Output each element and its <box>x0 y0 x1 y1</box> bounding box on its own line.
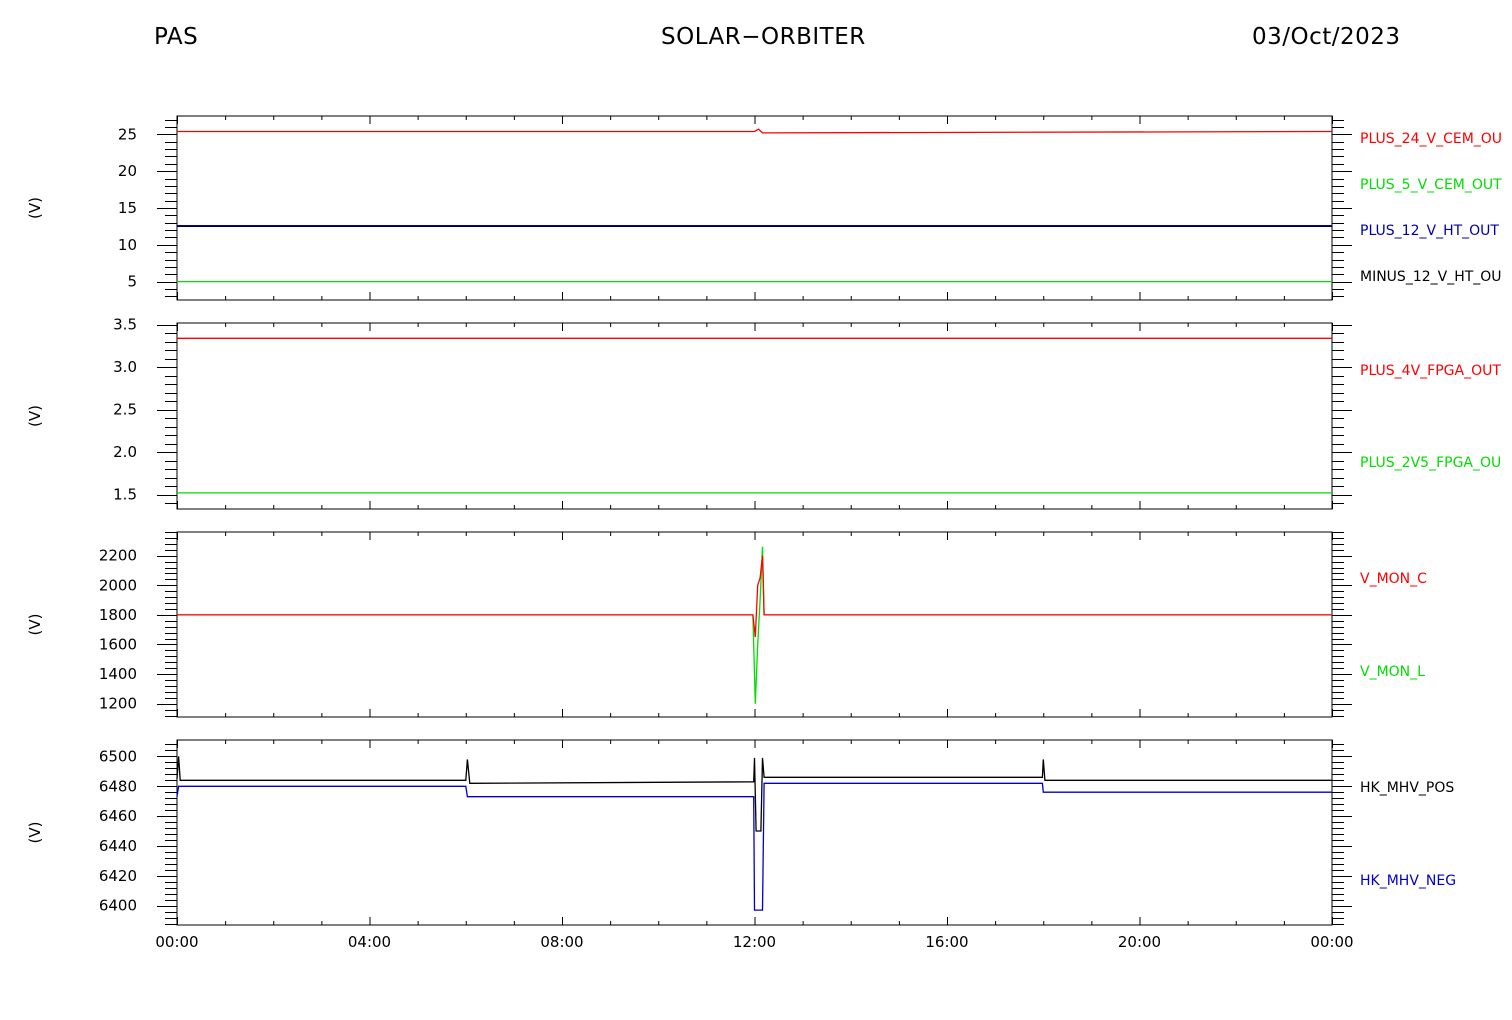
y-tick-label: 2000 <box>99 576 137 594</box>
panel-1-frame <box>176 115 1333 301</box>
y-tick-label: 6420 <box>99 867 137 885</box>
y-tick-label: 2.0 <box>113 443 137 461</box>
y-tick-label: 6500 <box>99 747 137 765</box>
y-tick-label: 20 <box>118 162 137 180</box>
series-plus-24-v-cem-out <box>177 128 1333 134</box>
y-tick-label: 1200 <box>99 695 137 713</box>
y-tick-label: 6400 <box>99 897 137 915</box>
y-tick-label: 6480 <box>99 777 137 795</box>
y-tick-label: 3.0 <box>113 358 137 376</box>
panel-2-frame <box>176 322 1333 510</box>
y-tick-label: 25 <box>118 125 137 143</box>
series-hk-mhv-neg <box>176 782 1332 911</box>
y-tick-label: 1400 <box>99 665 137 683</box>
y-tick-label: 15 <box>118 199 137 217</box>
x-tick-label: 12:00 <box>733 933 776 951</box>
y-tick-label: 10 <box>118 236 137 254</box>
y-tick-label: 2.5 <box>113 401 137 419</box>
x-tick-label: 00:00 <box>155 933 198 951</box>
x-tick-label: 00:00 <box>1310 933 1353 951</box>
y-tick-label: 1.5 <box>113 486 137 504</box>
legend-label: PLUS_4V_FPGA_OUT <box>1360 363 1501 379</box>
x-tick-label: 16:00 <box>925 933 968 951</box>
y-tick-label: 1800 <box>99 606 137 624</box>
x-tick-label: 20:00 <box>1118 933 1161 951</box>
legend-label: V_MON_L <box>1360 664 1425 680</box>
x-tick-label: 04:00 <box>348 933 391 951</box>
y-tick-label: 1600 <box>99 635 137 653</box>
legend-label: PLUS_12_V_HT_OUT <box>1360 223 1499 239</box>
legend-label: PLUS_5_V_CEM_OUT <box>1360 177 1502 193</box>
legend-label: PLUS_24_V_CEM_OU <box>1360 131 1502 147</box>
y-tick-label: 3.5 <box>113 316 137 334</box>
y-axis-label: (V) <box>26 405 44 427</box>
y-tick-label: 5 <box>127 273 137 291</box>
legend-label: V_MON_C <box>1360 571 1427 587</box>
y-tick-label: 6440 <box>99 837 137 855</box>
series-v-mon-c <box>177 555 1332 638</box>
y-axis-label: (V) <box>26 197 44 219</box>
legend-label: HK_MHV_NEG <box>1360 873 1456 889</box>
y-tick-label: 6460 <box>99 807 137 825</box>
y-axis-label: (V) <box>26 614 44 636</box>
y-tick-label: 2200 <box>99 547 137 565</box>
housekeeping-plot: 5 10 15 20 25 (V) PLUS_24_V_CEM_OU PLUS_5_V_CEM… <box>26 115 1502 951</box>
legend-label: MINUS_12_V_HT_OU <box>1360 269 1502 285</box>
legend-label: HK_MHV_POS <box>1360 780 1454 796</box>
x-tick-label: 08:00 <box>540 933 583 951</box>
y-axis-label: (V) <box>26 822 44 844</box>
legend-label: PLUS_2V5_FPGA_OU <box>1360 455 1501 471</box>
